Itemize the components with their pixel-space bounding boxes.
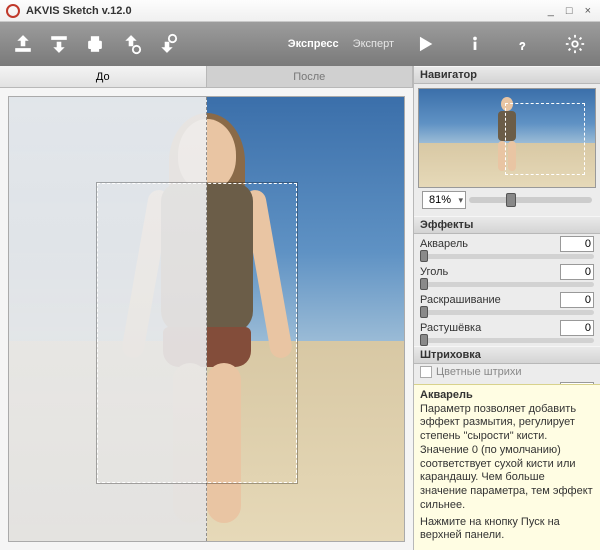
help-body-1: Параметр позволяет добавить эффект размы… [420,403,594,513]
navigator-viewport[interactable] [505,103,585,175]
charcoal-slider[interactable] [420,282,594,287]
run-button[interactable] [408,27,442,61]
mode-expert[interactable]: Эксперт [353,38,394,50]
coloration-value[interactable]: 0 [560,292,594,308]
side-panel: Навигатор 81% Эффекты Акварель 0 Уголь 0 Р… [414,66,600,550]
close-button[interactable]: × [582,5,594,17]
window-title: AKVIS Sketch v.12.0 [26,5,545,17]
canvas-area: До После [0,66,414,550]
charcoal-value[interactable]: 0 [560,264,594,280]
tab-after[interactable]: После [207,66,414,87]
coloration-label: Раскрашивание [420,294,556,306]
preview-image [8,96,405,542]
help-title: Акварель [420,389,594,401]
help-body-2: Нажмите на кнопку Пуск на верхней панели… [420,516,594,544]
navigator-header: Навигатор [414,66,600,84]
hatching-header: Штриховка [414,346,600,364]
watercolor-slider[interactable] [420,254,594,259]
smudge-slider[interactable] [420,338,594,343]
save-button[interactable] [42,27,76,61]
watercolor-value[interactable]: 0 [560,236,594,252]
canvas[interactable] [0,88,413,550]
maximize-button[interactable]: □ [563,5,576,17]
toolbar: Экспресс Эксперт ? [0,22,600,66]
navigator-thumbnail[interactable] [418,88,596,188]
selection-marquee[interactable] [97,183,297,483]
zoom-slider[interactable] [469,197,592,203]
svg-text:?: ? [520,42,526,53]
app-logo-icon [6,4,20,18]
settings-button[interactable] [558,27,592,61]
color-strokes-checkbox[interactable] [420,366,432,378]
minimize-button[interactable]: _ [545,5,557,17]
watercolor-label: Акварель [420,238,556,250]
tab-before[interactable]: До [0,66,207,87]
effects-header: Эффекты [414,216,600,234]
color-strokes-label: Цветные штрихи [436,366,522,378]
help-button[interactable]: ? [508,27,542,61]
titlebar: AKVIS Sketch v.12.0 _ □ × [0,0,600,22]
export-button[interactable] [150,27,184,61]
smudge-value[interactable]: 0 [560,320,594,336]
help-panel: Акварель Параметр позволяет добавить эфф… [414,384,600,550]
info-button[interactable] [458,27,492,61]
smudge-label: Растушёвка [420,322,556,334]
import-button[interactable] [114,27,148,61]
print-button[interactable] [78,27,112,61]
open-button[interactable] [6,27,40,61]
mode-express[interactable]: Экспресс [288,38,339,50]
zoom-value[interactable]: 81% [422,191,466,209]
charcoal-label: Уголь [420,266,556,278]
coloration-slider[interactable] [420,310,594,315]
